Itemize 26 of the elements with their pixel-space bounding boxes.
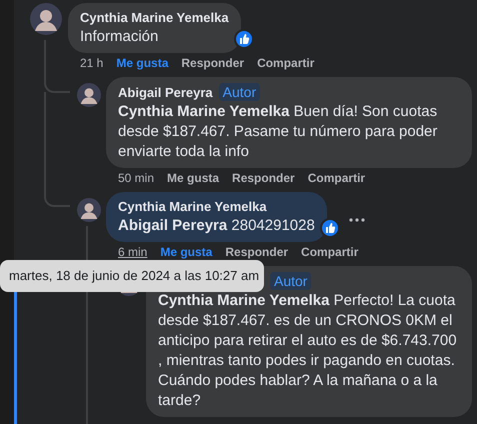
avatar[interactable] bbox=[30, 3, 62, 35]
more-icon[interactable] bbox=[348, 218, 365, 222]
avatar[interactable] bbox=[77, 83, 101, 107]
action-link[interactable]: Me gusta bbox=[160, 244, 212, 260]
action-link[interactable]: Responder bbox=[225, 244, 288, 260]
author-badge: Autor bbox=[270, 272, 312, 290]
action-link[interactable]: Me gusta bbox=[116, 55, 168, 71]
action-link[interactable]: Responder bbox=[181, 55, 244, 71]
comment-text: Cynthia Marine Yemelka Perfecto! La cuota desde $187.467. es de un CRONOS 0KM el anticipo para retirar el auto es de $6.743.700 , mientras tanto podes ir pagando en cuotas. Cuándo podes hablar? A la mañana o a la tarde? bbox=[158, 291, 458, 411]
timestamp-link[interactable]: 21 h bbox=[80, 55, 104, 71]
action-link[interactable]: Responder bbox=[232, 170, 295, 186]
timestamp-link[interactable]: 50 min bbox=[118, 170, 154, 186]
timestamp-link[interactable]: 6 min bbox=[118, 244, 148, 260]
action-link[interactable]: Compartir bbox=[308, 170, 366, 186]
action-link[interactable]: Compartir bbox=[257, 55, 314, 71]
author-name[interactable]: Cynthia Marine Yemelka bbox=[118, 198, 267, 215]
author-name[interactable]: Abigail Pereyra bbox=[118, 84, 213, 100]
comment-text: Cynthia Marine Yemelka Buen día! Son cuotas desde $187.467. Pasame tu número para poder enviarte toda la info bbox=[118, 102, 438, 162]
author-badge: Autor bbox=[218, 83, 260, 101]
action-link[interactable]: Compartir bbox=[301, 244, 358, 260]
comment-text: Información bbox=[80, 27, 160, 47]
date-tooltip: martes, 18 de junio de 2024 a las 10:27 am bbox=[0, 260, 264, 292]
author-name[interactable]: Cynthia Marine Yemelka bbox=[80, 9, 229, 26]
comment-text: Abigail Pereyra 2804291028 bbox=[118, 216, 315, 236]
avatar[interactable] bbox=[77, 198, 101, 222]
action-link[interactable]: Me gusta bbox=[167, 170, 220, 186]
